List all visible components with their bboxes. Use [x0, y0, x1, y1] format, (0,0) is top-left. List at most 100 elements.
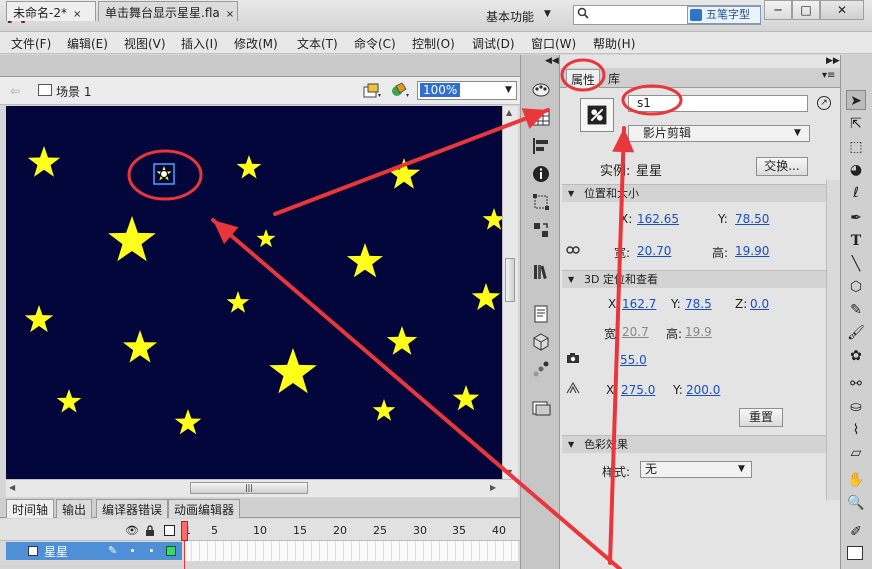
- symbol-type-select[interactable]: 影片剪辑: [628, 125, 810, 142]
- tab-motion-editor[interactable]: 动画编辑器: [168, 499, 241, 518]
- menu-modify[interactable]: 修改(M): [234, 35, 278, 52]
- menu-text[interactable]: 文本(T): [297, 35, 338, 52]
- width-value[interactable]: 20.70: [637, 244, 671, 258]
- star-shape[interactable]: [27, 146, 61, 177]
- properties-scrollbar[interactable]: [826, 180, 840, 500]
- style-dropdown-icon[interactable]: ▼: [738, 464, 745, 474]
- star-shape[interactable]: [387, 158, 421, 189]
- zoom-dropdown-icon[interactable]: ▼: [505, 85, 512, 95]
- section-position-size[interactable]: ▼ 位置和大小: [562, 184, 826, 202]
- tab-close-icon[interactable]: ×: [226, 9, 234, 20]
- eye-icon[interactable]: 👁: [125, 524, 139, 537]
- pos-x-value[interactable]: 162.65: [637, 212, 679, 226]
- vp-y-value[interactable]: 200.0: [686, 383, 720, 397]
- menu-window[interactable]: 窗口(W): [531, 35, 576, 52]
- scroll-right-icon[interactable]: ▶: [490, 483, 496, 492]
- polygon-tool-icon[interactable]: ⬡: [846, 277, 866, 297]
- vertical-scroll-thumb[interactable]: [505, 258, 515, 302]
- star-shape[interactable]: [452, 385, 480, 411]
- align-icon[interactable]: [531, 136, 551, 156]
- actions-script-icon[interactable]: [531, 304, 551, 324]
- stroke-color-icon[interactable]: ✐: [846, 522, 866, 542]
- minimize-button[interactable]: ─: [764, 0, 792, 20]
- star-shape[interactable]: [372, 399, 396, 421]
- instance-name-input[interactable]: s1: [628, 95, 808, 112]
- layer-name[interactable]: 星星: [44, 543, 68, 560]
- tab-library[interactable]: 库: [608, 70, 620, 87]
- 3d-z-value[interactable]: 0.0: [750, 297, 769, 311]
- scroll-left-icon[interactable]: ◀: [9, 483, 15, 492]
- selection-tool-icon[interactable]: ➤: [846, 90, 866, 110]
- registration-point[interactable]: [160, 170, 168, 178]
- height-value[interactable]: 19.90: [735, 244, 769, 258]
- playhead[interactable]: [181, 521, 188, 541]
- info-icon[interactable]: [531, 164, 551, 184]
- edit-scene-icon[interactable]: [390, 82, 412, 100]
- star-shape[interactable]: [236, 155, 262, 179]
- pencil-tool-icon[interactable]: ✎: [846, 300, 866, 320]
- eyedropper-tool-icon[interactable]: ⌇: [846, 420, 866, 440]
- eraser-tool-icon[interactable]: ▱: [846, 443, 866, 463]
- edit-symbols-icon[interactable]: [363, 82, 383, 100]
- reset-button[interactable]: 重置: [739, 408, 783, 427]
- bone-tool-icon[interactable]: ⚯: [846, 374, 866, 394]
- section-collapse-icon[interactable]: ▼: [568, 185, 574, 202]
- back-arrow-icon[interactable]: ⇦: [10, 84, 20, 98]
- panel-menu-icon[interactable]: ▾≡: [822, 70, 835, 81]
- 3d-rotation-tool-icon[interactable]: ◕: [846, 160, 866, 180]
- workspace-dropdown-icon[interactable]: ▼: [544, 9, 551, 19]
- tab-output[interactable]: 输出: [56, 499, 93, 518]
- color-style-select[interactable]: 无: [640, 461, 752, 478]
- workspace-switcher[interactable]: 基本功能: [486, 8, 534, 25]
- star-shape[interactable]: [108, 216, 156, 262]
- hand-tool-icon[interactable]: ✋: [846, 470, 866, 490]
- perspective-angle-value[interactable]: 55.0: [620, 353, 647, 367]
- deco-tool-icon[interactable]: ✿: [846, 346, 866, 366]
- tab-close-icon[interactable]: ×: [73, 9, 81, 20]
- paint-bucket-tool-icon[interactable]: ⛀: [846, 397, 866, 417]
- lasso-tool-icon[interactable]: ℓ: [846, 183, 866, 203]
- lock-icon[interactable]: [145, 525, 155, 536]
- maximize-button[interactable]: □: [792, 0, 820, 20]
- star-shape[interactable]: [346, 243, 384, 278]
- menu-control[interactable]: 控制(O): [412, 35, 455, 52]
- link-icon[interactable]: [566, 244, 580, 256]
- 3d-y-value[interactable]: 78.5: [685, 297, 712, 311]
- swap-button[interactable]: 交换...: [756, 157, 808, 176]
- document-tab-untitled[interactable]: 未命名-2* ×: [6, 1, 96, 21]
- zoom-value[interactable]: 100%: [420, 83, 461, 97]
- dock-collapse-icon[interactable]: ◀◀: [545, 56, 559, 66]
- symbol-type-dropdown-icon[interactable]: ▼: [794, 128, 801, 138]
- layer-color-swatch[interactable]: [166, 546, 176, 556]
- visibility-dot[interactable]: [131, 549, 134, 552]
- vp-x-value[interactable]: 275.0: [621, 383, 655, 397]
- pen-tool-icon[interactable]: ✒: [846, 208, 866, 228]
- section-3d[interactable]: ▼ 3D 定位和查看: [562, 270, 826, 288]
- document-tab-fla[interactable]: 单击舞台显示星星.fla ×: [98, 1, 238, 21]
- brush-tool-icon[interactable]: 🖌: [846, 323, 866, 343]
- stage[interactable]: [6, 106, 502, 479]
- star-shape[interactable]: [226, 291, 250, 313]
- section-color-effect[interactable]: ▼ 色彩效果: [562, 435, 826, 453]
- free-transform-tool-icon[interactable]: ⬚: [846, 137, 866, 157]
- zoom-tool-icon[interactable]: 🔍: [846, 493, 866, 513]
- subselection-tool-icon[interactable]: ⇱: [846, 114, 866, 134]
- star-shape[interactable]: [482, 208, 502, 230]
- star-shape[interactable]: [122, 330, 158, 363]
- timeline-frames[interactable]: [184, 541, 518, 561]
- star-shape[interactable]: [56, 389, 82, 413]
- motion-presets-icon[interactable]: [531, 360, 551, 380]
- lock-dot[interactable]: [150, 549, 153, 552]
- pos-y-value[interactable]: 78.50: [735, 212, 769, 226]
- swatches-grid-icon[interactable]: [531, 108, 551, 128]
- text-tool-icon[interactable]: T: [846, 231, 866, 251]
- star-shape[interactable]: [269, 348, 317, 394]
- scroll-up-icon[interactable]: ▲: [506, 108, 512, 117]
- line-tool-icon[interactable]: ╲: [846, 254, 866, 274]
- transform-icon[interactable]: [531, 192, 551, 212]
- menu-help[interactable]: 帮助(H): [593, 35, 635, 52]
- tab-properties[interactable]: 属性: [566, 69, 601, 88]
- menu-commands[interactable]: 命令(C): [354, 35, 396, 52]
- fill-color-swatch[interactable]: [847, 546, 863, 560]
- star-shape[interactable]: [386, 326, 418, 355]
